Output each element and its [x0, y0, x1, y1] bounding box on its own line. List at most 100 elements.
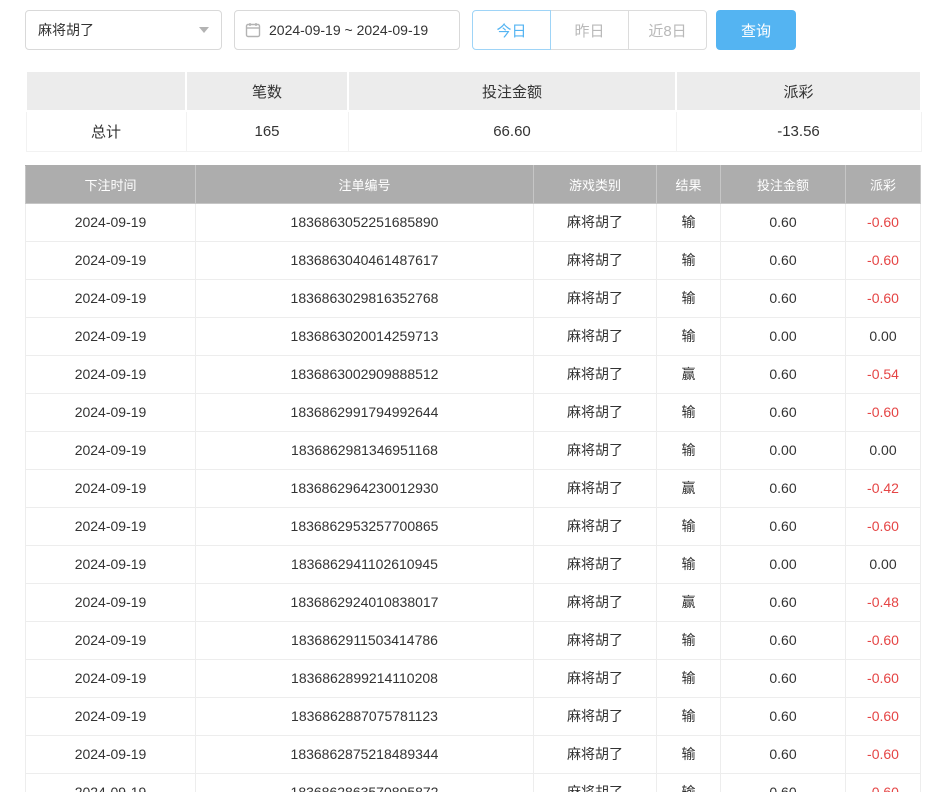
summary-table: 笔数 投注金额 派彩 总计 165 66.60 -13.56 — [25, 70, 922, 152]
bet-table-row: 2024-09-19 1836862911503414786 麻将胡了 输 0.… — [26, 621, 921, 659]
summary-total-bet-amount: 66.60 — [348, 111, 676, 151]
game-select[interactable]: 麻将胡了 — [25, 10, 222, 50]
cell-game-category: 麻将胡了 — [534, 317, 657, 355]
cell-payout: -0.54 — [846, 355, 921, 393]
cell-order-id: 1836862911503414786 — [196, 621, 534, 659]
cell-payout: -0.60 — [846, 393, 921, 431]
bet-table-row: 2024-09-19 1836862863570895872 麻将胡了 输 0.… — [26, 773, 921, 792]
cell-result: 赢 — [657, 469, 721, 507]
cell-bet-time: 2024-09-19 — [26, 355, 196, 393]
header-result: 结果 — [657, 165, 721, 203]
calendar-icon — [245, 22, 261, 38]
bet-table-row: 2024-09-19 1836862875218489344 麻将胡了 输 0.… — [26, 735, 921, 773]
cell-order-id: 1836862964230012930 — [196, 469, 534, 507]
cell-order-id: 1836862953257700865 — [196, 507, 534, 545]
game-select-value: 麻将胡了 — [38, 20, 94, 40]
cell-result: 输 — [657, 621, 721, 659]
cell-bet-amount: 0.60 — [721, 659, 846, 697]
header-bet-amount: 投注金额 — [721, 165, 846, 203]
bet-table-row: 2024-09-19 1836862981346951168 麻将胡了 输 0.… — [26, 431, 921, 469]
cell-bet-amount: 0.60 — [721, 697, 846, 735]
cell-bet-time: 2024-09-19 — [26, 697, 196, 735]
cell-payout: -0.60 — [846, 279, 921, 317]
cell-bet-amount: 0.60 — [721, 355, 846, 393]
cell-order-id: 1836863029816352768 — [196, 279, 534, 317]
bet-table-row: 2024-09-19 1836862964230012930 麻将胡了 赢 0.… — [26, 469, 921, 507]
cell-bet-time: 2024-09-19 — [26, 431, 196, 469]
cell-result: 输 — [657, 545, 721, 583]
cell-order-id: 1836862991794992644 — [196, 393, 534, 431]
betting-records-page: 麻将胡了 2024-09-19 ~ 2024-09-19 今日 昨日 近8日 查… — [0, 0, 950, 792]
cell-bet-time: 2024-09-19 — [26, 469, 196, 507]
cell-game-category: 麻将胡了 — [534, 393, 657, 431]
header-order-id: 注单编号 — [196, 165, 534, 203]
cell-bet-time: 2024-09-19 — [26, 735, 196, 773]
cell-payout: -0.60 — [846, 507, 921, 545]
cell-game-category: 麻将胡了 — [534, 279, 657, 317]
cell-result: 输 — [657, 203, 721, 241]
cell-bet-amount: 0.60 — [721, 735, 846, 773]
cell-bet-time: 2024-09-19 — [26, 773, 196, 792]
cell-result: 输 — [657, 279, 721, 317]
cell-game-category: 麻将胡了 — [534, 773, 657, 792]
cell-order-id: 1836863052251685890 — [196, 203, 534, 241]
cell-payout: 0.00 — [846, 317, 921, 355]
cell-bet-time: 2024-09-19 — [26, 583, 196, 621]
cell-order-id: 1836862924010838017 — [196, 583, 534, 621]
summary-header-count: 笔数 — [186, 71, 348, 111]
cell-bet-amount: 0.60 — [721, 773, 846, 792]
bet-table-body: 2024-09-19 1836863052251685890 麻将胡了 输 0.… — [26, 203, 921, 792]
header-bet-time: 下注时间 — [26, 165, 196, 203]
cell-payout: -0.60 — [846, 621, 921, 659]
quick-range-today-button[interactable]: 今日 — [472, 10, 551, 50]
filter-toolbar: 麻将胡了 2024-09-19 ~ 2024-09-19 今日 昨日 近8日 查… — [25, 10, 920, 50]
bet-records-table: 下注时间 注单编号 游戏类别 结果 投注金额 派彩 2024-09-19 183… — [25, 165, 921, 792]
cell-bet-amount: 0.60 — [721, 279, 846, 317]
cell-game-category: 麻将胡了 — [534, 355, 657, 393]
cell-bet-amount: 0.00 — [721, 545, 846, 583]
cell-game-category: 麻将胡了 — [534, 735, 657, 773]
cell-bet-time: 2024-09-19 — [26, 507, 196, 545]
cell-game-category: 麻将胡了 — [534, 431, 657, 469]
cell-result: 输 — [657, 431, 721, 469]
chevron-down-icon — [199, 27, 209, 33]
bet-table-header-row: 下注时间 注单编号 游戏类别 结果 投注金额 派彩 — [26, 165, 921, 203]
cell-result: 输 — [657, 773, 721, 792]
cell-order-id: 1836863002909888512 — [196, 355, 534, 393]
bet-table-row: 2024-09-19 1836862941102610945 麻将胡了 输 0.… — [26, 545, 921, 583]
cell-bet-amount: 0.00 — [721, 317, 846, 355]
cell-order-id: 1836862899214110208 — [196, 659, 534, 697]
cell-order-id: 1836862887075781123 — [196, 697, 534, 735]
summary-total-payout: -13.56 — [676, 111, 921, 151]
cell-payout: -0.60 — [846, 697, 921, 735]
summary-header-payout: 派彩 — [676, 71, 921, 111]
cell-order-id: 1836862941102610945 — [196, 545, 534, 583]
date-range-value: 2024-09-19 ~ 2024-09-19 — [269, 22, 428, 38]
cell-order-id: 1836863020014259713 — [196, 317, 534, 355]
query-button[interactable]: 查询 — [716, 10, 796, 50]
summary-total-label: 总计 — [26, 111, 186, 151]
bet-table-row: 2024-09-19 1836862924010838017 麻将胡了 赢 0.… — [26, 583, 921, 621]
quick-range-group: 今日 昨日 近8日 — [472, 10, 707, 50]
cell-result: 输 — [657, 507, 721, 545]
cell-result: 赢 — [657, 583, 721, 621]
cell-payout: 0.00 — [846, 545, 921, 583]
cell-bet-amount: 0.60 — [721, 507, 846, 545]
cell-bet-time: 2024-09-19 — [26, 317, 196, 355]
date-range-input[interactable]: 2024-09-19 ~ 2024-09-19 — [234, 10, 460, 50]
cell-result: 赢 — [657, 355, 721, 393]
bet-table-row: 2024-09-19 1836862887075781123 麻将胡了 输 0.… — [26, 697, 921, 735]
quick-range-last8days-button[interactable]: 近8日 — [628, 10, 707, 50]
quick-range-yesterday-button[interactable]: 昨日 — [550, 10, 629, 50]
cell-game-category: 麻将胡了 — [534, 241, 657, 279]
bet-table-row: 2024-09-19 1836863029816352768 麻将胡了 输 0.… — [26, 279, 921, 317]
cell-bet-amount: 0.00 — [721, 431, 846, 469]
cell-bet-amount: 0.60 — [721, 241, 846, 279]
cell-payout: -0.60 — [846, 659, 921, 697]
cell-order-id: 1836862863570895872 — [196, 773, 534, 792]
cell-bet-time: 2024-09-19 — [26, 241, 196, 279]
cell-game-category: 麻将胡了 — [534, 659, 657, 697]
cell-bet-time: 2024-09-19 — [26, 621, 196, 659]
cell-bet-time: 2024-09-19 — [26, 659, 196, 697]
bet-table-row: 2024-09-19 1836863052251685890 麻将胡了 输 0.… — [26, 203, 921, 241]
